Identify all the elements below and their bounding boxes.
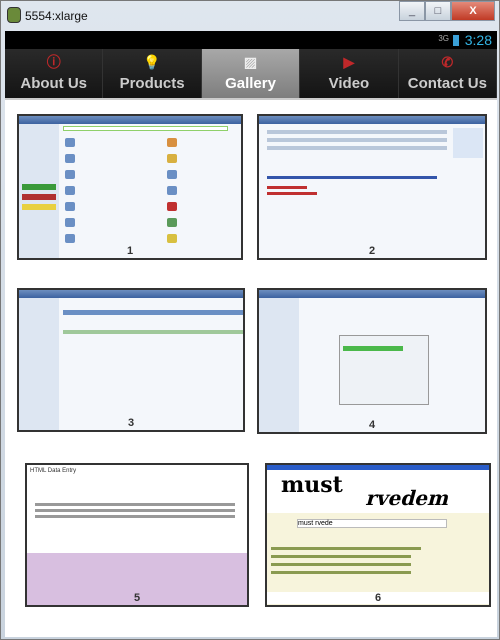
maximize-button[interactable]: □ [425,1,451,21]
tab-label: Video [328,75,370,92]
thumbnail-number: 6 [267,592,489,604]
gallery-thumbnail-4[interactable]: 4 [257,288,487,434]
phone-icon: ✆ [441,54,454,70]
clock: 3:28 [464,32,492,48]
minimize-button[interactable]: _ [399,1,425,21]
thumbnail-number: 3 [127,417,135,429]
tab-video[interactable]: ▶ Video [300,49,399,98]
gallery-thumbnail-5[interactable]: HTML Data Entry 5 [25,463,249,607]
tab-bar: ⓘ About Us 💡 Products ▨ Gallery ▶ Video ✆ Con… [5,49,498,98]
gallery-grid: 1 2 3 4 HTML Data Entry 5 must rvedem mus… [5,98,497,637]
tab-about-us[interactable]: ⓘ About Us [5,49,104,98]
thumbnail-number: 2 [368,245,376,257]
gallery-thumbnail-1[interactable]: 1 [17,114,243,260]
thumbnail-number: 4 [368,419,376,431]
gallery-thumbnail-6[interactable]: must rvedem must rvede 6 [265,463,491,607]
info-icon: ⓘ [46,54,61,70]
tab-label: Contact Us [407,75,487,92]
captcha-word: rvedem [363,486,453,510]
thumbnail-number: 5 [133,592,141,604]
battery-icon [453,35,459,46]
close-button[interactable]: X [451,1,495,21]
tab-products[interactable]: 💡 Products [103,49,202,98]
captcha-word: must [281,472,343,498]
gallery-thumbnail-3[interactable]: 3 [17,288,245,432]
tab-gallery[interactable]: ▨ Gallery [201,49,301,98]
emulator-window: 5554:xlarge _ □ X 3G 3:28 ⓘ About Us 💡 Pro… [0,0,500,640]
play-icon: ▶ [343,54,355,70]
title-bar: 5554:xlarge _ □ X [1,1,500,31]
gallery-thumbnail-2[interactable]: 2 [257,114,487,260]
tab-label: Products [119,75,185,92]
tab-contact-us[interactable]: ✆ Contact Us [398,49,498,98]
status-bar: 3G 3:28 [5,31,497,49]
device-screen: 3G 3:28 ⓘ About Us 💡 Products ▨ Gallery ▶ Vi… [5,31,498,637]
lightbulb-icon: 💡 [143,54,161,70]
captcha-image: must rvedem [267,470,489,513]
tab-label: About Us [20,75,88,92]
signal-icon: 3G [438,34,449,43]
tab-label: Gallery [225,75,276,92]
image-icon: ▨ [243,54,258,70]
captcha-input: must rvede [297,519,447,528]
thumbnail-number: 1 [126,245,134,257]
thumbnail-heading: HTML Data Entry [30,468,77,474]
window-title: 5554:xlarge [25,9,88,23]
android-icon [7,7,21,23]
